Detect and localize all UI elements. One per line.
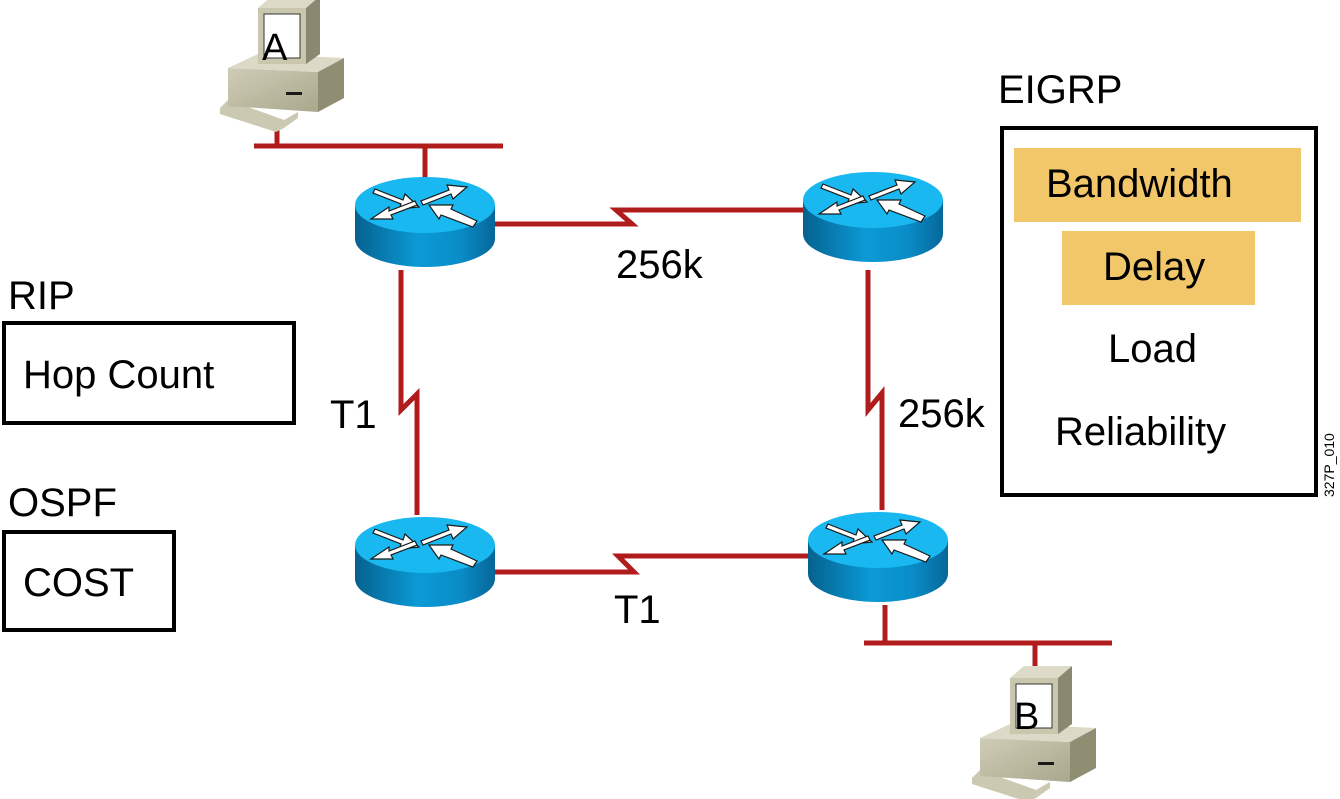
link-right-label: 256k	[898, 392, 986, 436]
link-top-serial	[490, 207, 808, 227]
host-a-label: A	[262, 27, 288, 69]
eigrp-panel: EIGRP Bandwidth Delay Load Reliability	[998, 68, 1318, 497]
host-b[interactable]: B	[971, 665, 1097, 799]
ospf-metric: COST	[23, 561, 134, 605]
rip-title: RIP	[8, 274, 75, 318]
ospf-panel: OSPF COST	[2, 481, 176, 632]
figure-id: 327P_010	[1321, 433, 1337, 497]
router-top-right[interactable]	[802, 171, 944, 263]
lan-segment-a	[254, 130, 503, 185]
eigrp-metric-delay: Delay	[1103, 245, 1205, 289]
host-b-label: B	[1014, 696, 1039, 738]
network-diagram: A B 256k T1 256k T1 RIP Hop Count OSPF C…	[2, 0, 1337, 799]
eigrp-metric-load: Load	[1108, 327, 1197, 371]
link-left-label: T1	[330, 393, 377, 437]
link-top-label: 256k	[616, 243, 704, 287]
rip-panel: RIP Hop Count	[2, 274, 296, 425]
router-bottom-right[interactable]	[807, 511, 949, 603]
link-right-serial	[865, 270, 885, 510]
eigrp-metric-reliability: Reliability	[1055, 410, 1226, 454]
rip-metric: Hop Count	[23, 353, 214, 397]
router-bottom-left[interactable]	[354, 516, 496, 608]
link-bottom-label: T1	[614, 588, 661, 632]
eigrp-title: EIGRP	[998, 68, 1122, 112]
router-top-left[interactable]	[354, 176, 496, 268]
host-a[interactable]: A	[219, 0, 345, 133]
link-left-serial	[398, 270, 420, 515]
lan-segment-b	[864, 605, 1112, 668]
ospf-title: OSPF	[8, 481, 117, 525]
link-bottom-serial	[490, 553, 808, 575]
eigrp-metric-bandwidth: Bandwidth	[1046, 162, 1233, 206]
